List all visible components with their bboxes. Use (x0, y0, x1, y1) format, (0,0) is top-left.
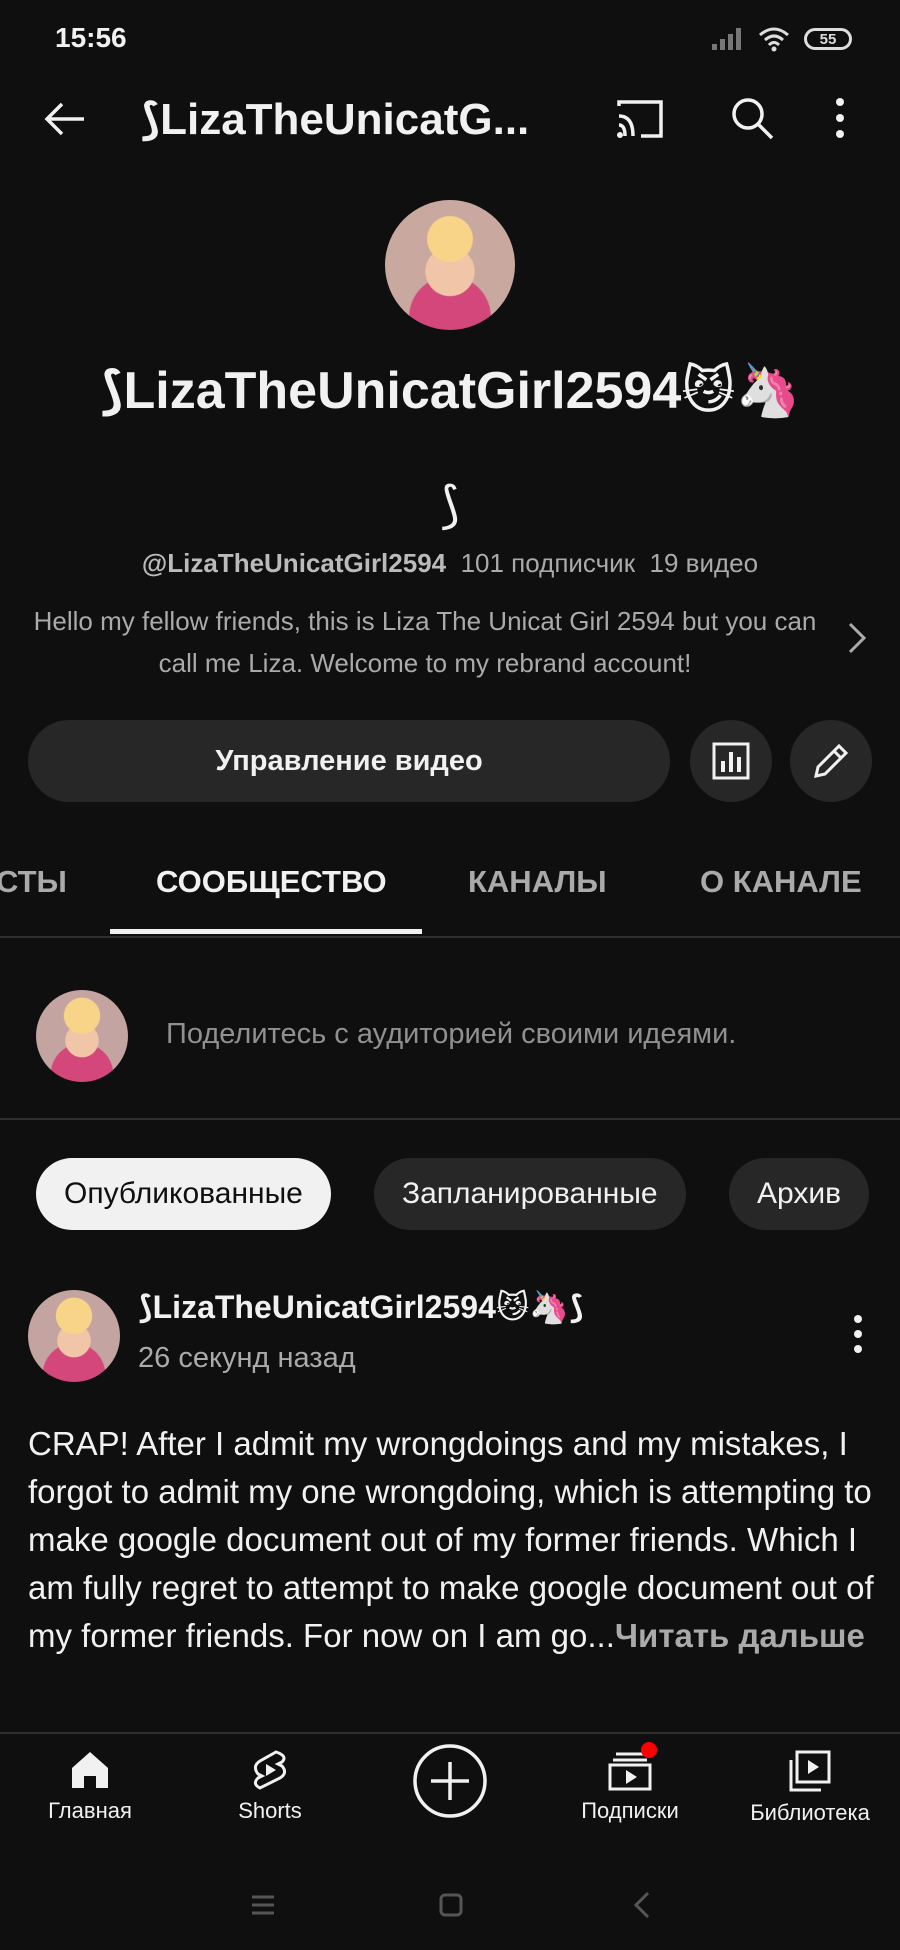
cat-unicorn-emoji: 😼🦄 (495, 1289, 570, 1325)
swirl-icon: ⟆ (140, 95, 161, 144)
nav-label: Библиотека (750, 1800, 870, 1825)
channel-tabs: СТЫ СООБЩЕСТВО КАНАЛЫ О КАНАЛЕ (0, 840, 900, 938)
battery-level: 55 (819, 30, 837, 48)
manage-videos-button[interactable]: Управление видео (28, 720, 670, 802)
chip-archive[interactable]: Архив (729, 1158, 870, 1230)
search-icon[interactable] (728, 94, 776, 142)
nav-shorts[interactable]: Shorts (195, 1748, 345, 1824)
chevron-right-icon[interactable] (846, 620, 870, 656)
bottom-nav: Главная Shorts Подписки Библиотека (0, 1732, 900, 1864)
back-arrow-icon[interactable] (40, 94, 90, 144)
home-square-icon[interactable] (438, 1892, 464, 1918)
library-icon (789, 1750, 831, 1792)
nav-home[interactable]: Главная (15, 1748, 165, 1824)
more-vert-icon[interactable] (848, 1312, 868, 1356)
nav-label: Shorts (238, 1798, 302, 1823)
edit-channel-button[interactable] (790, 720, 872, 802)
compose-post[interactable]: Поделитесь с аудиторией своими идеями. (0, 938, 900, 1120)
tab-community[interactable]: СООБЩЕСТВО (156, 864, 387, 900)
pencil-icon (814, 743, 849, 778)
channel-handle: @LizaTheUnicatGirl2594 (141, 548, 447, 578)
post-filter-chips: Опубликованные Запланированные Архив (0, 1158, 900, 1230)
channel-name: ⟆LizaTheUnicatGirl2594😼🦄 (99, 362, 801, 420)
signal-icon (712, 28, 741, 50)
recents-menu-icon[interactable] (250, 1894, 276, 1916)
tab-posts[interactable]: СТЫ (0, 864, 67, 900)
subscriber-count: 101 подписчик (460, 548, 636, 578)
battery-icon: 55 (804, 28, 852, 50)
status-time: 15:56 (55, 22, 127, 53)
nav-label: Главная (48, 1798, 132, 1823)
active-tab-indicator (110, 929, 422, 934)
nav-label: Подписки (581, 1798, 679, 1823)
swirl-icon: ⟆ (569, 1289, 584, 1325)
post-body: CRAP! After I admit my wrongdoings and m… (28, 1420, 878, 1660)
nav-create[interactable] (375, 1742, 525, 1820)
channel-avatar[interactable] (385, 200, 515, 330)
channel-meta: @LizaTheUnicatGirl2594 101 подписчик 19 … (0, 548, 900, 579)
cat-unicorn-emoji: 😼🦄 (681, 362, 801, 420)
analytics-button[interactable] (690, 720, 772, 802)
channel-description[interactable]: Hello my fellow friends, this is Liza Th… (30, 600, 820, 684)
nav-library[interactable]: Библиотека (735, 1748, 885, 1826)
read-more-link[interactable]: Читать дальше (615, 1617, 865, 1654)
notification-dot (641, 1742, 657, 1758)
home-icon (72, 1752, 108, 1788)
swirl-icon: ⟆ (99, 362, 124, 420)
tab-channels[interactable]: КАНАЛЫ (468, 864, 607, 900)
app-bar-title: ⟆LizaTheUnicatG... (140, 95, 530, 144)
swirl-icon: ⟆ (138, 1289, 153, 1325)
nav-subscriptions[interactable]: Подписки (555, 1742, 705, 1824)
analytics-icon (712, 742, 750, 780)
back-chevron-icon[interactable] (632, 1890, 652, 1920)
app-bar: ⟆LizaTheUnicatG... (0, 80, 900, 160)
user-avatar (36, 990, 128, 1082)
create-icon (413, 1744, 487, 1818)
cast-icon[interactable] (615, 98, 665, 140)
system-nav-bar (0, 1862, 900, 1950)
status-icons: 55 (712, 26, 852, 52)
post-author-avatar[interactable] (28, 1290, 120, 1382)
chip-scheduled[interactable]: Запланированные (374, 1158, 686, 1230)
video-count: 19 видео (649, 548, 759, 578)
status-bar: 15:56 55 (0, 0, 900, 80)
compose-placeholder[interactable]: Поделитесь с аудиторией своими идеями. (166, 1018, 736, 1051)
swirl-icon: ⟆ (440, 477, 460, 533)
post-author[interactable]: ⟆LizaTheUnicatGirl2594😼🦄⟆ (138, 1288, 584, 1326)
post-timestamp: 26 секунд назад (138, 1342, 356, 1374)
tab-about[interactable]: О КАНАЛЕ (700, 864, 862, 900)
wifi-icon (759, 27, 789, 52)
shorts-icon (253, 1750, 287, 1790)
more-vert-icon[interactable] (830, 94, 850, 142)
chip-published[interactable]: Опубликованные (36, 1158, 331, 1230)
